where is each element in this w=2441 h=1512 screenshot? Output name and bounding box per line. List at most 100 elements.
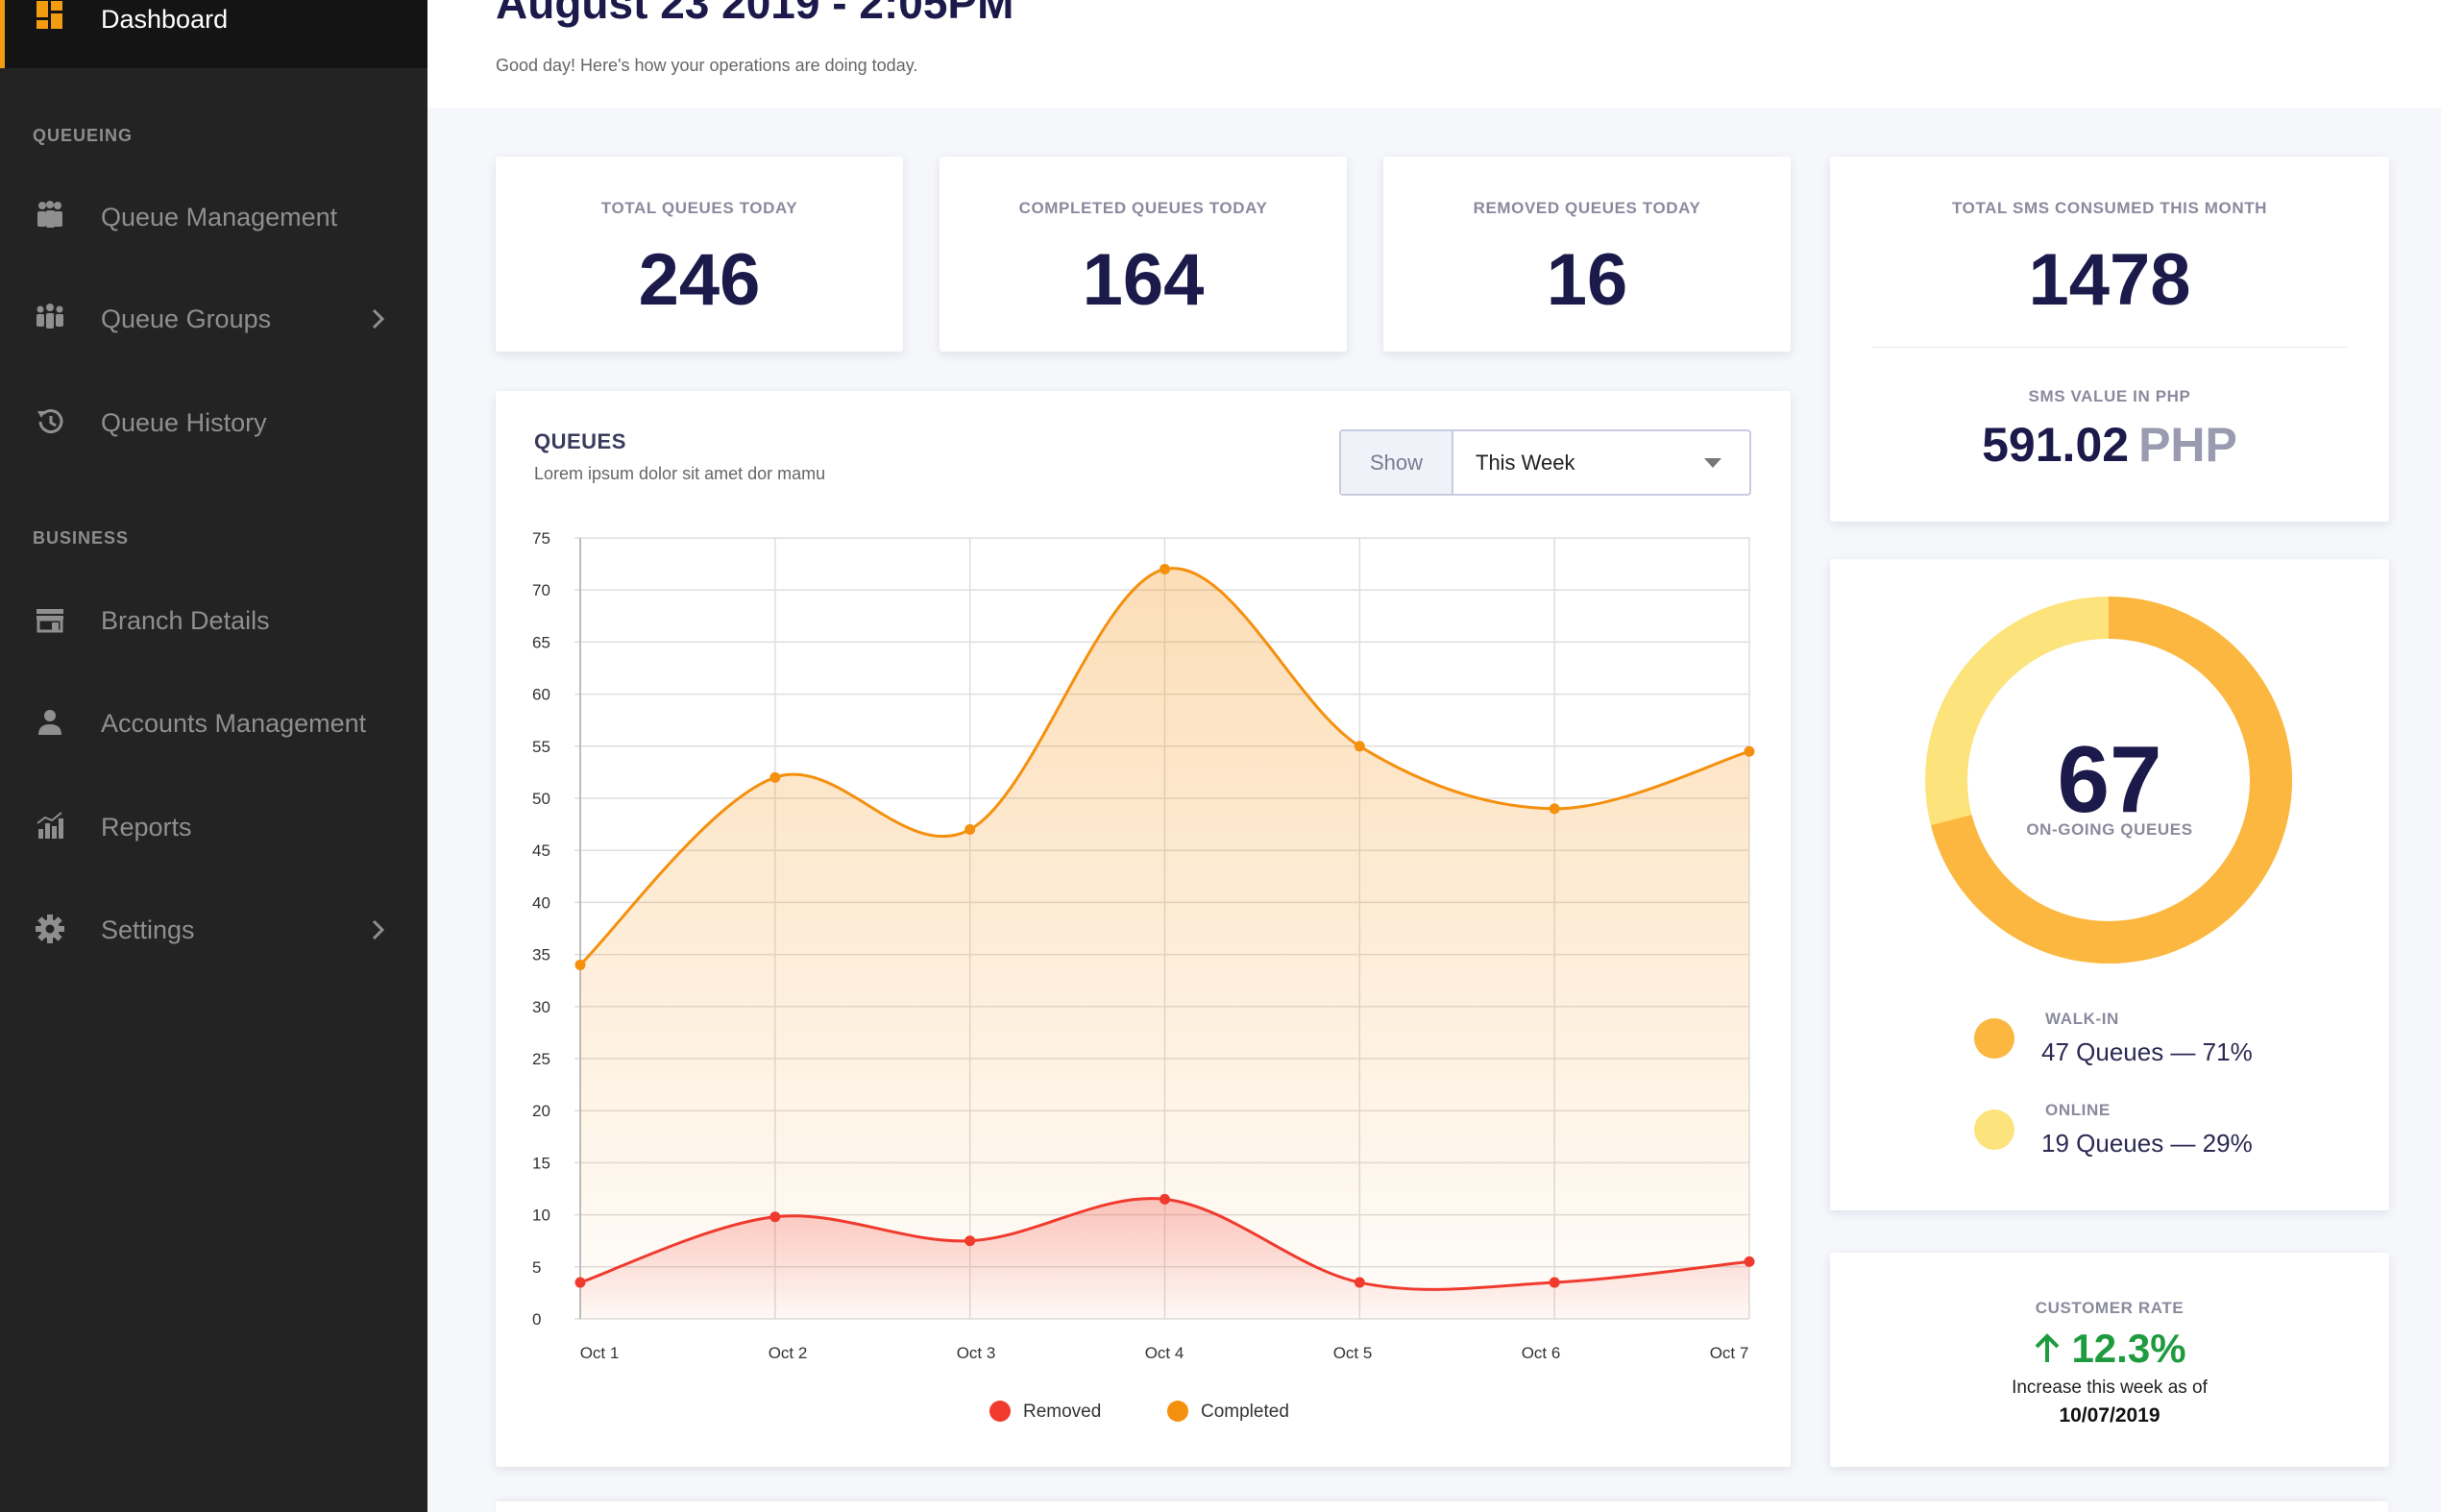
sidebar-item-reports[interactable]: Reports <box>0 793 427 861</box>
removed-point <box>1549 1277 1560 1288</box>
x-tick-label: Oct 4 <box>1145 1344 1184 1362</box>
dashboard-icon <box>37 1 62 29</box>
stat-label: REMOVED QUEUES TODAY <box>1473 199 1701 217</box>
y-tick-label: 10 <box>532 1207 550 1225</box>
stat-value: 246 <box>638 239 761 321</box>
y-tick-label: 55 <box>532 738 550 756</box>
sidebar-item-label: Reports <box>101 813 192 841</box>
ongoing-value: 67 <box>2057 726 2162 832</box>
completed-queues-card: COMPLETED QUEUES TODAY 164 <box>940 157 1347 352</box>
sidebar-item-label: Branch Details <box>101 606 270 635</box>
ongoing-label: ON-GOING QUEUES <box>2026 820 2193 839</box>
sidebar-item-accounts-management[interactable]: Accounts Management <box>0 690 427 757</box>
y-tick-label: 50 <box>532 790 550 808</box>
legend-label-online: ONLINE <box>2045 1101 2111 1119</box>
divider <box>1872 347 2347 348</box>
sidebar-item-queue-management[interactable]: Queue Management <box>0 183 427 251</box>
legend-label-removed: Removed <box>1023 1402 1101 1422</box>
sidebar-item-label: Settings <box>101 915 195 944</box>
completed-point <box>769 771 781 783</box>
removed-point <box>574 1277 586 1288</box>
y-tick-label: 15 <box>532 1154 550 1172</box>
x-tick-label: Oct 3 <box>957 1344 996 1362</box>
sidebar: Dashboard QUEUEING Queue Management Queu… <box>0 0 427 1512</box>
group-icon <box>37 304 63 329</box>
y-tick-label: 35 <box>532 946 550 964</box>
period-select-value: This Week <box>1476 451 1575 475</box>
total-queues-card: TOTAL QUEUES TODAY 246 <box>496 157 903 352</box>
stat-value: 164 <box>1082 239 1205 321</box>
php-value-row: 591.02 PHP <box>1830 417 2389 473</box>
customer-rate-label: CUSTOMER RATE <box>2035 1299 2185 1317</box>
online-legend-dot <box>1974 1110 2014 1150</box>
sidebar-item-label: Queue Management <box>101 203 338 232</box>
chevron-right-icon <box>372 308 385 329</box>
php-label: SMS VALUE IN PHP <box>2028 387 2191 405</box>
y-tick-label: 5 <box>532 1258 541 1277</box>
legend-dot-completed <box>1167 1401 1188 1422</box>
customer-rate-card: CUSTOMER RATE 12.3% Increase this week a… <box>1830 1253 2389 1467</box>
y-tick-label: 65 <box>532 633 550 651</box>
arrow-up-icon <box>2036 1333 2060 1362</box>
customer-rate-date: 10/07/2019 <box>2059 1404 2160 1427</box>
y-tick-label: 75 <box>532 529 550 548</box>
sidebar-item-dashboard[interactable]: Dashboard <box>0 0 427 68</box>
gear-icon <box>36 915 64 943</box>
walk-in-legend-dot <box>1974 1018 2014 1059</box>
legend-value-online: 19 Queues — 29% <box>2041 1129 2253 1158</box>
x-tick-label: Oct 7 <box>1710 1344 1749 1362</box>
sms-value: 1478 <box>2028 239 2191 321</box>
sidebar-item-settings[interactable]: Settings <box>0 896 427 963</box>
legend-dot-removed <box>989 1401 1011 1422</box>
removed-point <box>1159 1193 1170 1205</box>
section-heading-queueing: QUEUEING <box>33 126 134 145</box>
x-tick-label: Oct 6 <box>1522 1344 1561 1362</box>
section-heading-business: BUSINESS <box>33 528 130 548</box>
person-icon <box>38 710 61 735</box>
sidebar-item-label: Dashboard <box>101 5 229 34</box>
page-title: August 23 2019 - 2:05PM <box>496 0 1014 28</box>
y-tick-label: 30 <box>532 998 550 1016</box>
php-currency: PHP <box>2138 418 2237 472</box>
sms-card: TOTAL SMS CONSUMED THIS MONTH 1478 SMS V… <box>1830 157 2389 522</box>
removed-point <box>1354 1277 1365 1288</box>
y-tick-label: 40 <box>532 893 550 912</box>
completed-point <box>1354 741 1365 752</box>
x-tick-label: Oct 2 <box>769 1344 808 1362</box>
completed-point <box>574 959 586 970</box>
page-header: August 23 2019 - 2:05PM Good day! Here's… <box>427 0 2441 108</box>
chart-card-subtitle: Lorem ipsum dolor sit amet dor mamu <box>534 464 826 483</box>
customer-rate-value: 12.3% <box>2071 1326 2186 1371</box>
completed-point <box>964 824 976 836</box>
period-select[interactable]: Show This Week <box>1339 429 1751 496</box>
y-tick-label: 45 <box>532 841 550 860</box>
history-icon <box>37 409 63 434</box>
sidebar-item-queue-groups[interactable]: Queue Groups <box>0 285 427 353</box>
y-tick-label: 70 <box>532 581 550 599</box>
period-select-label: Show <box>1341 431 1453 494</box>
store-icon <box>37 609 63 633</box>
stat-value: 16 <box>1546 239 1628 321</box>
chevron-right-icon <box>372 919 385 940</box>
completed-point <box>1159 564 1170 575</box>
legend-value-walk-in: 47 Queues — 71% <box>2041 1037 2253 1066</box>
sidebar-item-branch-details[interactable]: Branch Details <box>0 587 427 654</box>
bar-chart-icon <box>37 812 63 839</box>
sidebar-item-queue-history[interactable]: Queue History <box>0 389 427 456</box>
y-tick-label: 20 <box>532 1102 550 1120</box>
legend-label-walk-in: WALK-IN <box>2045 1010 2119 1028</box>
y-tick-label: 60 <box>532 686 550 704</box>
sidebar-item-label: Queue History <box>101 408 267 437</box>
customer-rate-row: 12.3% <box>1830 1326 2389 1372</box>
legend-label-completed: Completed <box>1201 1402 1289 1422</box>
completed-point <box>1549 803 1560 815</box>
y-tick-label: 0 <box>532 1310 541 1329</box>
removed-point <box>1744 1256 1755 1267</box>
sidebar-item-label: Queue Groups <box>101 305 272 333</box>
queues-chart-card: 0 5 10 15 20 25 30 35 40 45 50 55 60 65 70 75 Oct 1 Oct 2… <box>496 391 1791 1467</box>
completed-point <box>1744 745 1755 757</box>
ongoing-queues-card: 67 ON-GOING QUEUES WALK-IN 47 Queues — 7… <box>1830 559 2389 1210</box>
x-tick-label: Oct 1 <box>580 1344 620 1362</box>
removed-queues-card: REMOVED QUEUES TODAY 16 <box>1383 157 1791 352</box>
x-tick-label: Oct 5 <box>1333 1344 1373 1362</box>
